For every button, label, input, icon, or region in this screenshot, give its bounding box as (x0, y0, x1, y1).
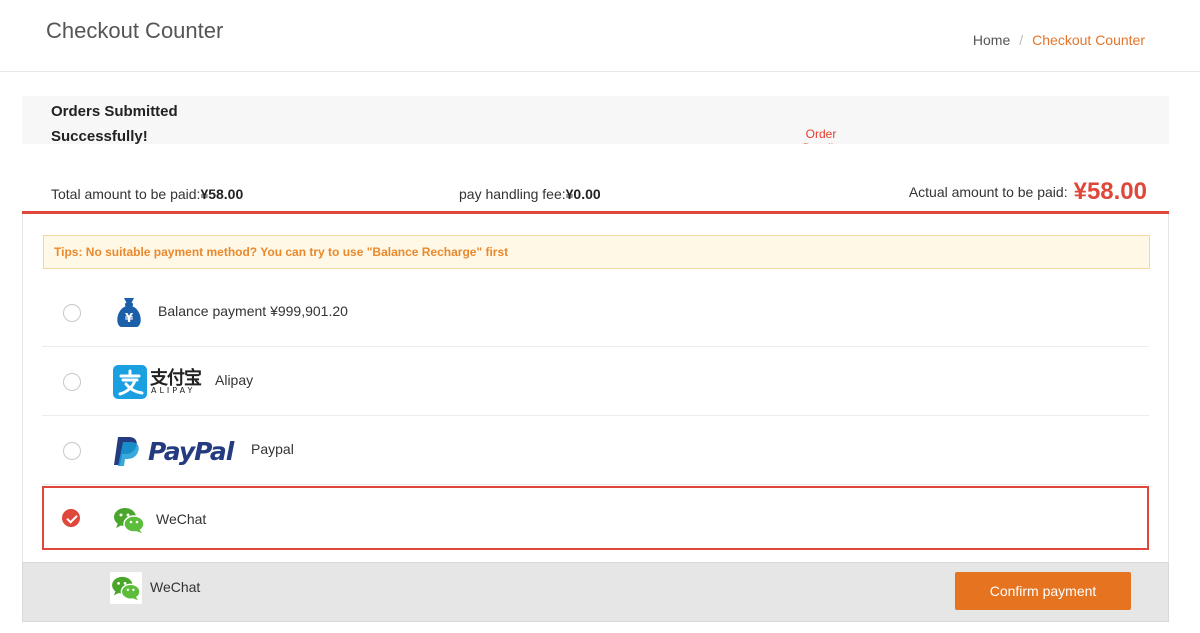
alipay-logo: 支付宝 ALIPAY (113, 365, 208, 399)
radio-alipay[interactable] (63, 373, 81, 391)
page-header: Checkout Counter Home / Checkout Counter (0, 0, 1200, 72)
selected-method-label: WeChat (150, 579, 201, 595)
handling-fee-label: pay handling fee: (459, 186, 566, 202)
radio-wechat-checked[interactable] (62, 509, 80, 527)
paypal-logo-text: PayPal (148, 437, 234, 466)
breadcrumb: Home / Checkout Counter (973, 32, 1145, 48)
paypal-logo: PayPal (114, 435, 240, 469)
handling-fee-value: ¥0.00 (565, 186, 601, 202)
actual-amount-label: Actual amount to be paid: (908, 184, 1068, 200)
confirm-bar: WeChat Confirm payment (22, 562, 1169, 622)
payment-method-balance[interactable]: ¥ Balance payment ¥999,901.20 (42, 278, 1149, 347)
total-amount-label: Total amount to be paid: (51, 186, 201, 202)
payment-totals: Total amount to be paid:¥58.00 pay handl… (22, 176, 1169, 214)
confirm-payment-button[interactable]: Confirm payment (955, 572, 1131, 610)
alipay-logo-sub: ALIPAY (151, 386, 196, 395)
payment-method-wechat[interactable]: WeChat (42, 486, 1149, 550)
handling-fee: pay handling fee:¥0.00 (459, 186, 601, 202)
page-title: Checkout Counter (46, 18, 224, 43)
actual-amount: Actual amount to be paid: ¥58.00 (909, 178, 1147, 206)
total-amount-value: ¥58.00 (200, 186, 244, 202)
payment-method-alipay[interactable]: 支付宝 ALIPAY Alipay (42, 347, 1149, 416)
order-details-link[interactable]: Order Details (801, 127, 841, 144)
money-bag-icon: ¥ (117, 298, 141, 327)
wechat-label: WeChat (156, 511, 207, 527)
alipay-mark-icon (113, 365, 147, 399)
alipay-label: Alipay (215, 372, 254, 388)
paypal-mark-icon (114, 437, 139, 466)
svg-text:¥: ¥ (125, 311, 134, 325)
balance-label: Balance payment ¥999,901.20 (158, 303, 348, 319)
order-success-message: Orders Submitted Successfully! (51, 103, 178, 144)
paypal-label: Paypal (251, 441, 294, 457)
tips-banner: Tips: No suitable payment method? You ca… (43, 235, 1150, 269)
order-success-box: Orders Submitted Successfully! Order Det… (22, 96, 1169, 144)
wechat-icon (112, 576, 141, 601)
radio-paypal[interactable] (63, 442, 81, 460)
breadcrumb-home[interactable]: Home (973, 32, 1010, 48)
payment-method-paypal[interactable]: PayPal Paypal (42, 416, 1149, 485)
wechat-icon (114, 508, 145, 533)
actual-amount-value: ¥58.00 (1073, 178, 1147, 205)
selected-method-icon-box (110, 572, 142, 604)
breadcrumb-separator: / (1019, 32, 1024, 48)
breadcrumb-current: Checkout Counter (1032, 32, 1145, 48)
radio-balance[interactable] (63, 304, 81, 322)
total-amount: Total amount to be paid:¥58.00 (51, 186, 243, 202)
